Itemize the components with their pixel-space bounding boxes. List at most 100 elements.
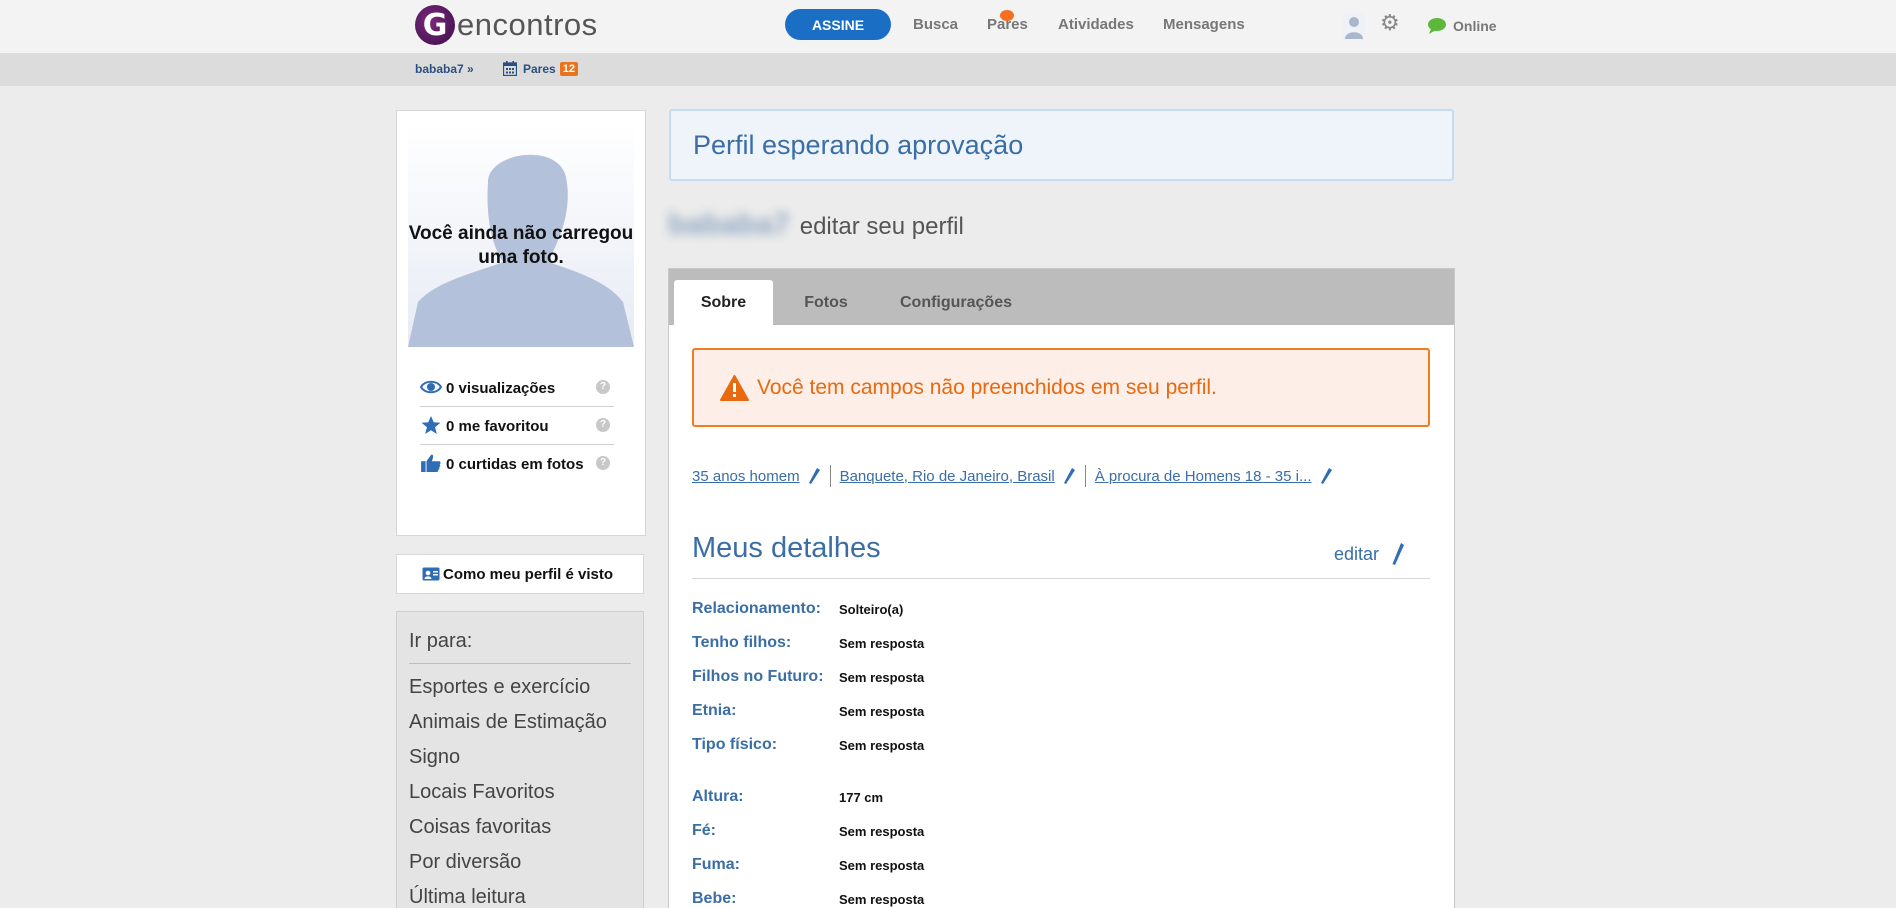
profile-stats: 0 visualizações ? 0 me favoritou ? 0 cur… (420, 369, 614, 482)
help-icon[interactable]: ? (596, 418, 610, 432)
detail-row: Altura: 177 cm (692, 788, 883, 806)
pencil-icon[interactable] (808, 468, 820, 484)
profile-tabs-panel: Sobre Fotos Configurações Você tem campo… (668, 268, 1455, 908)
detail-value: Sem resposta (839, 823, 925, 839)
nav-atividades[interactable]: Atividades (1058, 16, 1134, 33)
username-blurred: bababa7 (668, 208, 790, 241)
seeking-link[interactable]: À procura de Homens 18 - 35 i... (1095, 468, 1312, 485)
goto-item-pets[interactable]: Animais de Estimação (409, 710, 631, 734)
user-profile-icon[interactable] (1343, 13, 1365, 39)
detail-value: Sem resposta (839, 635, 925, 651)
detail-label: Relacionamento: (692, 600, 821, 617)
thumbs-up-icon (421, 454, 441, 472)
nav-mensagens[interactable]: Mensagens (1163, 16, 1245, 33)
tab-configuracoes[interactable]: Configurações (881, 280, 1031, 325)
warning-text: Você tem campos não preenchidos em seu p… (757, 375, 1217, 399)
detail-label: Filhos no Futuro: (692, 668, 824, 685)
tab-fotos[interactable]: Fotos (781, 280, 871, 325)
help-icon[interactable]: ? (596, 456, 610, 470)
pencil-icon[interactable] (1063, 468, 1075, 484)
site-logo[interactable]: G encontros (415, 5, 598, 45)
detail-value: Sem resposta (839, 669, 925, 685)
divider (1084, 465, 1086, 487)
goto-item-things[interactable]: Coisas favoritas (409, 815, 631, 839)
detail-label: Fé: (692, 822, 716, 839)
details-section-header: Meus detalhes editar (692, 532, 1430, 579)
subscribe-button[interactable]: ASSINE (785, 9, 891, 40)
view-profile-label: Como meu perfil é visto (443, 565, 614, 583)
warning-triangle-icon (720, 374, 749, 401)
detail-value: 177 cm (839, 789, 884, 805)
profile-summary-links: 35 anos homem Banquete, Rio de Janeiro, … (692, 465, 1342, 487)
incomplete-profile-warning: Você tem campos não preenchidos em seu p… (692, 348, 1430, 427)
stat-views-label: 0 visualizações (446, 380, 556, 397)
star-icon (421, 416, 441, 434)
detail-row: Etnia: Sem resposta (692, 702, 924, 720)
page-title: bababa7 editar seu perfil (668, 208, 964, 242)
top-navigation-bar: G encontros ASSINE Busca Pares Atividade… (0, 0, 1896, 53)
detail-row: Relacionamento: Solteiro(a) (692, 600, 903, 618)
detail-row: Tipo físico: Sem resposta (692, 736, 924, 754)
goto-item-sign[interactable]: Signo (409, 745, 631, 769)
stat-favorites: 0 me favoritou ? (420, 407, 614, 445)
details-title: Meus detalhes (692, 532, 881, 564)
detail-row: Fuma: Sem resposta (692, 856, 924, 874)
detail-label: Tenho filhos: (692, 634, 792, 651)
id-card-icon (422, 567, 440, 581)
secondary-bar: bababa7 » Pares 12 (0, 53, 1896, 86)
logo-text: encontros (457, 7, 598, 42)
pares-count-badge: 12 (559, 61, 578, 76)
detail-label: Altura: (692, 788, 744, 805)
detail-row: Fé: Sem resposta (692, 822, 924, 840)
notification-dot (1000, 10, 1014, 21)
detail-value: Sem resposta (839, 703, 925, 719)
online-label: Online (1453, 17, 1497, 34)
pencil-icon (1392, 543, 1404, 565)
nav-busca[interactable]: Busca (913, 16, 958, 33)
detail-value: Solteiro(a) (839, 601, 904, 617)
pares-link[interactable]: Pares 12 (503, 61, 578, 76)
no-photo-text: Você ainda não carregou uma foto. (408, 223, 634, 268)
detail-row: Tenho filhos: Sem resposta (692, 634, 924, 652)
calendar-icon (503, 61, 517, 76)
detail-value: Sem resposta (839, 737, 925, 753)
logo-mark: G (415, 5, 455, 45)
pencil-icon[interactable] (1320, 468, 1332, 484)
detail-value: Sem resposta (839, 891, 925, 907)
details-edit-label: editar (1333, 543, 1379, 564)
detail-label: Bebe: (692, 890, 737, 907)
detail-label: Fuma: (692, 856, 740, 873)
settings-gear-icon[interactable]: ⚙ (1380, 12, 1402, 34)
goto-item-sports[interactable]: Esportes e exercício (409, 675, 631, 699)
goto-item-fun[interactable]: Por diversão (409, 850, 631, 874)
view-profile-as-others-button[interactable]: Como meu perfil é visto (396, 554, 644, 594)
stat-likes-label: 0 curtidas em fotos (446, 456, 584, 473)
nav-pares[interactable]: Pares (987, 10, 1028, 33)
profile-summary-card: Você ainda não carregou uma foto. 0 visu… (396, 110, 646, 536)
stat-likes: 0 curtidas em fotos ? (420, 445, 614, 482)
detail-value: Sem resposta (839, 857, 925, 873)
divider (829, 465, 831, 487)
eye-icon (420, 380, 442, 394)
detail-row: Filhos no Futuro: Sem resposta (692, 668, 924, 686)
goto-title: Ir para: (409, 630, 631, 664)
detail-label: Tipo físico: (692, 736, 778, 753)
goto-item-places[interactable]: Locais Favoritos (409, 780, 631, 804)
tab-strip: Sobre Fotos Configurações (669, 269, 1454, 325)
chat-bubble-icon (1428, 18, 1446, 34)
stat-views: 0 visualizações ? (420, 369, 614, 407)
details-edit-button[interactable]: editar (1334, 543, 1405, 565)
detail-row: Bebe: Sem resposta (692, 890, 924, 908)
edit-profile-title: editar seu perfil (799, 213, 964, 240)
goto-item-reading[interactable]: Última leitura (409, 885, 631, 908)
location-link[interactable]: Banquete, Rio de Janeiro, Brasil (840, 468, 1055, 485)
approval-banner: Perfil esperando aprovação (669, 109, 1454, 181)
tab-sobre[interactable]: Sobre (674, 280, 773, 325)
profile-photo-placeholder[interactable]: Você ainda não carregou uma foto. (408, 122, 634, 347)
goto-menu: Ir para: Esportes e exercício Animais de… (396, 611, 644, 908)
help-icon[interactable]: ? (596, 380, 610, 394)
user-breadcrumb[interactable]: bababa7 » (415, 62, 474, 76)
detail-label: Etnia: (692, 702, 737, 719)
age-gender-link[interactable]: 35 anos homem (692, 468, 800, 485)
online-status[interactable]: Online (1427, 17, 1497, 34)
